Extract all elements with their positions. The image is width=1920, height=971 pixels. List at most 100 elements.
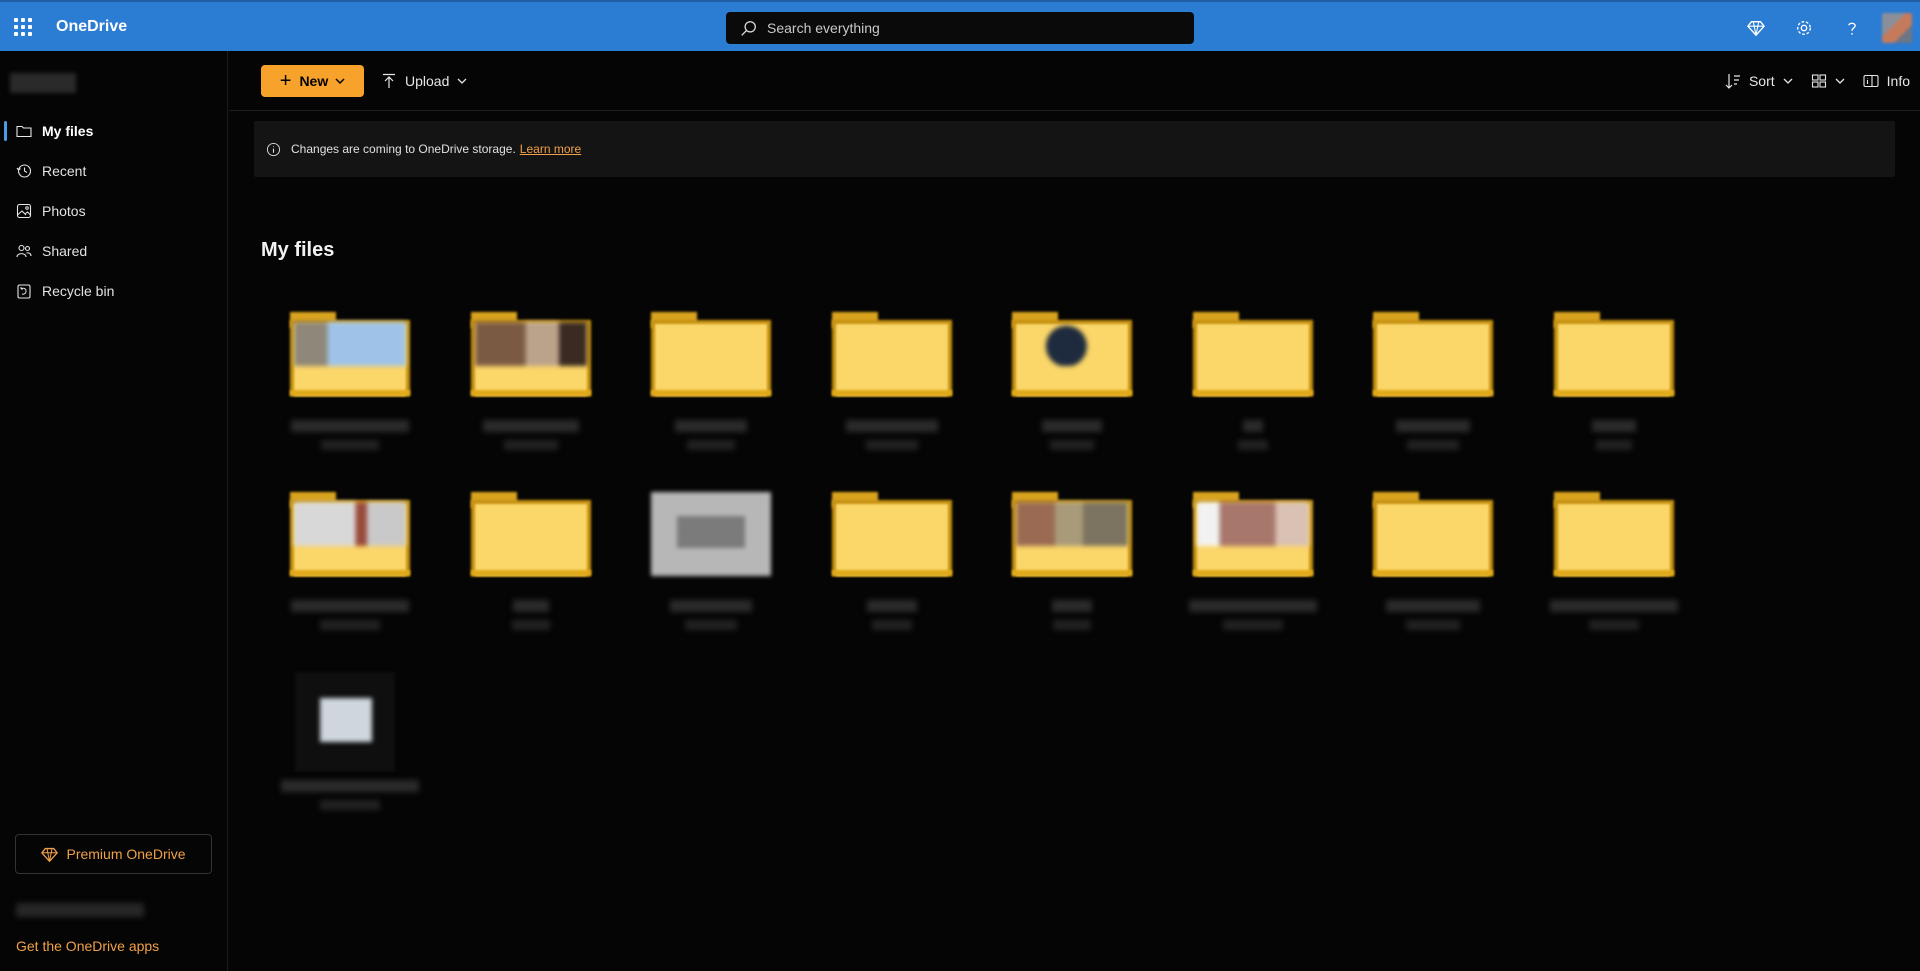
diamond-icon: [41, 847, 59, 862]
folder-tile[interactable]: [441, 300, 621, 470]
folder-icon: [831, 312, 952, 396]
upload-button[interactable]: Upload: [381, 65, 467, 97]
folder-tile[interactable]: [441, 480, 621, 650]
folder-tile[interactable]: [260, 300, 440, 470]
storage-meter[interactable]: [16, 903, 144, 917]
folder-icon: [831, 492, 952, 576]
app-title[interactable]: OneDrive: [56, 18, 127, 36]
sidebar-nav: My files Recent Photos Shared Recycle bi…: [0, 111, 228, 311]
search-icon: [741, 20, 756, 36]
sidebar-item-recent[interactable]: Recent: [0, 151, 228, 191]
top-bar: OneDrive: [0, 0, 1920, 51]
folder-tile[interactable]: [1524, 480, 1704, 650]
file-name: [802, 420, 982, 450]
info-label: Info: [1886, 73, 1910, 89]
view-options-button[interactable]: [1811, 73, 1845, 89]
gear-icon: [1797, 20, 1811, 35]
chevron-down-icon: [1835, 78, 1845, 84]
file-tile[interactable]: [621, 480, 801, 650]
folder-icon: [651, 312, 771, 396]
banner-message: Changes are coming to OneDrive storage.: [291, 142, 516, 156]
premium-onedrive-button[interactable]: Premium OneDrive: [15, 834, 212, 874]
sidebar-item-my-files[interactable]: My files: [0, 111, 228, 151]
folder-icon: [1192, 492, 1313, 576]
file-name: [621, 420, 801, 450]
grid-view-icon: [1811, 74, 1826, 88]
photo-icon: [16, 203, 32, 219]
folder-tile[interactable]: [1524, 300, 1704, 470]
folder-icon: [16, 125, 32, 138]
trash-icon: [17, 284, 31, 299]
new-button[interactable]: + New: [261, 65, 364, 97]
upload-label: Upload: [405, 73, 450, 89]
file-name: [1343, 420, 1523, 450]
plus-icon: +: [279, 70, 292, 92]
help-button[interactable]: [1828, 2, 1876, 53]
info-button[interactable]: Info: [1863, 73, 1910, 89]
folder-icon: [1553, 492, 1674, 576]
premium-label: Premium OneDrive: [66, 846, 186, 862]
command-bar: + New Upload Sort Info: [229, 51, 1920, 111]
sidebar-item-label: My files: [42, 123, 94, 139]
premium-diamond-button[interactable]: [1732, 2, 1780, 53]
storage-notice-banner: Changes are coming to OneDrive storage. …: [254, 121, 1895, 177]
folder-icon: [290, 312, 410, 396]
file-name: [802, 600, 982, 630]
user-name: [10, 73, 76, 93]
search-box[interactable]: [726, 12, 1194, 44]
sidebar-item-label: Recent: [42, 163, 87, 179]
file-name: [260, 780, 440, 810]
question-icon: [1848, 22, 1856, 35]
chevron-down-icon: [335, 78, 345, 85]
folder-icon: [1373, 312, 1493, 396]
people-icon: [16, 244, 32, 258]
avatar[interactable]: [1882, 12, 1912, 43]
sort-icon: [1725, 74, 1740, 89]
folder-icon: [1553, 312, 1674, 396]
folder-tile[interactable]: [1343, 300, 1523, 470]
folder-tile[interactable]: [982, 300, 1162, 470]
folder-tile[interactable]: [1343, 480, 1523, 650]
folder-tile[interactable]: [1163, 480, 1343, 650]
folder-icon: [470, 492, 591, 576]
file-name: [441, 600, 621, 630]
sidebar-item-photos[interactable]: Photos: [0, 191, 228, 231]
folder-tile[interactable]: [621, 300, 801, 470]
file-name: [982, 420, 1162, 450]
chevron-down-icon: [1783, 78, 1793, 84]
folder-icon: [1012, 312, 1132, 396]
info-pane-icon: [1863, 74, 1879, 88]
folder-tile[interactable]: [982, 480, 1162, 650]
file-name: [1163, 420, 1343, 450]
file-name: [1163, 600, 1343, 630]
search-input[interactable]: [767, 20, 1167, 36]
file-name: [260, 600, 440, 630]
file-name: [1524, 420, 1704, 450]
clock-icon: [16, 164, 32, 178]
sidebar-item-shared[interactable]: Shared: [0, 231, 228, 271]
folder-tile[interactable]: [802, 480, 982, 650]
sidebar-item-recycle-bin[interactable]: Recycle bin: [0, 271, 228, 311]
folder-tile[interactable]: [1163, 300, 1343, 470]
sidebar-item-label: Photos: [42, 203, 86, 219]
sort-label: Sort: [1748, 73, 1775, 89]
learn-more-link[interactable]: Learn more: [520, 142, 581, 156]
get-apps-link[interactable]: Get the OneDrive apps: [16, 938, 159, 954]
file-name: [441, 420, 621, 450]
sort-button[interactable]: Sort: [1725, 73, 1793, 89]
file-name: [982, 600, 1162, 630]
sidebar-item-label: Recycle bin: [42, 283, 115, 299]
folder-icon: [290, 492, 410, 576]
file-tile[interactable]: [260, 660, 440, 830]
file-name: [621, 600, 801, 630]
app-launcher-icon[interactable]: [14, 18, 32, 36]
folder-tile[interactable]: [802, 300, 982, 470]
settings-button[interactable]: [1780, 2, 1828, 53]
page-title: My files: [261, 239, 335, 261]
new-label: New: [299, 73, 329, 89]
folder-tile[interactable]: [260, 480, 440, 650]
diamond-icon: [1747, 20, 1765, 36]
file-name: [1524, 600, 1704, 630]
chevron-down-icon: [457, 78, 467, 84]
upload-icon: [383, 73, 395, 88]
